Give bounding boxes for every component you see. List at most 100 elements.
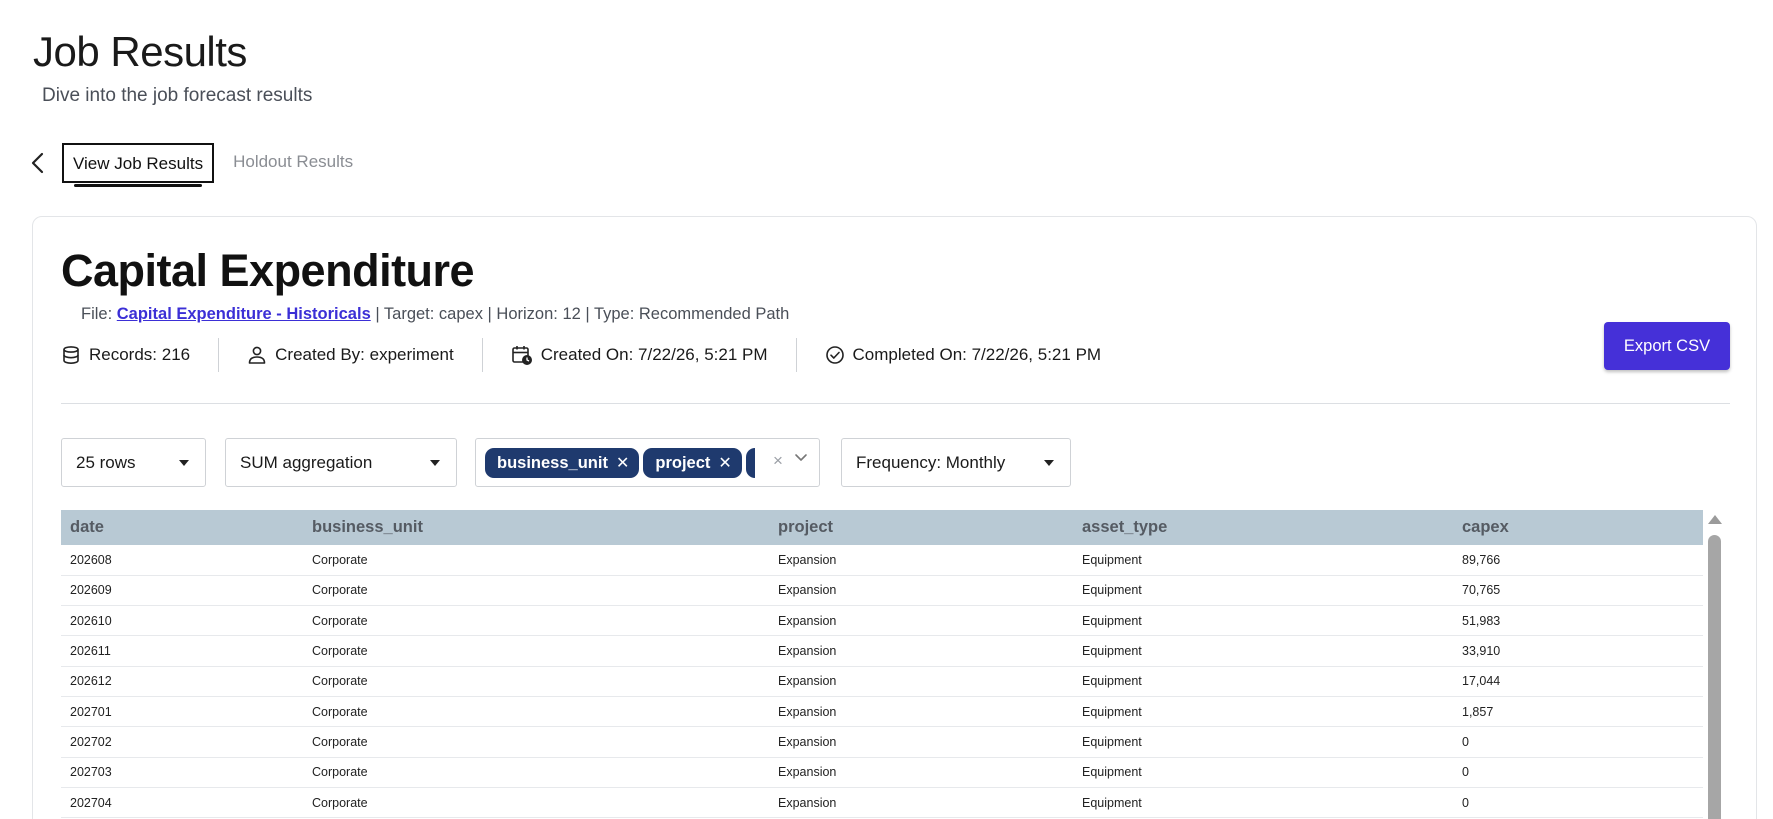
cell-project: Expansion <box>769 787 1073 819</box>
frequency-select[interactable]: Frequency: Monthly <box>841 438 1071 487</box>
cell-business-unit: Corporate <box>303 605 769 637</box>
cell-business-unit: Corporate <box>303 666 769 697</box>
cell-capex: 1,857 <box>1453 696 1703 728</box>
chevron-down-icon[interactable] <box>794 453 808 463</box>
records-label: Records: 216 <box>89 345 191 364</box>
cell-date: 202610 <box>61 605 303 637</box>
page-title: Job Results <box>33 28 247 75</box>
cell-business-unit: Corporate <box>303 726 769 758</box>
cell-asset-type: Equipment <box>1073 757 1453 788</box>
cell-business-unit: Corporate <box>303 635 769 667</box>
cell-date: 202609 <box>61 575 303 607</box>
cell-business-unit: Corporate <box>303 696 769 728</box>
results-table-container: date business_unit project asset_type ca… <box>61 510 1703 819</box>
created-on: Created On: 7/22/26, 5:21 PM <box>511 344 768 366</box>
cell-project: Expansion <box>769 575 1073 607</box>
aggregation-value: SUM aggregation <box>240 452 373 472</box>
cell-capex: 0 <box>1453 787 1703 819</box>
table-row: 202701 Corporate Expansion Equipment 1,8… <box>61 696 1703 728</box>
completed-on-label: Completed On: 7/22/26, 5:21 PM <box>852 345 1102 364</box>
created-by: Created By: experiment <box>247 345 454 365</box>
table-scrollbar[interactable] <box>1705 510 1723 819</box>
cell-date: 202704 <box>61 787 303 819</box>
cell-asset-type: Equipment <box>1073 787 1453 819</box>
chip-more[interactable]: + <box>745 448 755 478</box>
cell-asset-type: Equipment <box>1073 575 1453 607</box>
table-row: 202612 Corporate Expansion Equipment 17,… <box>61 666 1703 697</box>
file-info: File: Capital Expenditure - Historicals … <box>81 305 789 324</box>
caret-down-icon <box>1044 460 1054 466</box>
cell-project: Expansion <box>769 666 1073 697</box>
back-arrow-icon <box>31 152 44 174</box>
chip-remove-icon[interactable]: ✕ <box>616 453 629 473</box>
aggregation-select[interactable]: SUM aggregation <box>225 438 457 487</box>
cell-project: Expansion <box>769 726 1073 758</box>
cell-date: 202703 <box>61 757 303 788</box>
cell-business-unit: Corporate <box>303 545 769 576</box>
table-header-row: date business_unit project asset_type ca… <box>61 510 1703 545</box>
group-by-multiselect[interactable]: business_unit ✕ project ✕ + × <box>475 438 820 487</box>
scroll-thumb[interactable] <box>1708 535 1721 819</box>
cell-asset-type: Equipment <box>1073 726 1453 758</box>
column-header-date[interactable]: date <box>61 510 303 545</box>
group-by-chips: business_unit ✕ project ✕ + <box>485 448 755 478</box>
column-header-project[interactable]: project <box>769 510 1073 545</box>
table-row: 202609 Corporate Expansion Equipment 70,… <box>61 575 1703 607</box>
chip-business-unit: business_unit ✕ <box>485 448 640 478</box>
completed-on: Completed On: 7/22/26, 5:21 PM <box>825 345 1102 365</box>
section-divider <box>61 403 1730 404</box>
database-icon <box>63 346 79 365</box>
cell-project: Expansion <box>769 635 1073 667</box>
frequency-value: Frequency: Monthly <box>856 452 1006 472</box>
records-count: Records: 216 <box>61 345 190 365</box>
table-row: 202704 Corporate Expansion Equipment 0 <box>61 787 1703 819</box>
cell-business-unit: Corporate <box>303 575 769 607</box>
calendar-clock-icon <box>511 346 532 365</box>
meta-divider <box>795 338 797 372</box>
check-circle-icon <box>825 346 844 364</box>
tab-view-job-results[interactable]: View Job Results <box>62 143 215 187</box>
table-row: 202702 Corporate Expansion Equipment 0 <box>61 726 1703 758</box>
file-link[interactable]: Capital Expenditure - Historicals <box>117 305 371 323</box>
close-icon[interactable]: × <box>773 451 783 471</box>
tab-bar: View Job Results Holdout Results <box>30 143 362 187</box>
cell-capex: 0 <box>1453 757 1703 788</box>
user-icon <box>248 346 266 364</box>
meta-divider <box>218 338 220 372</box>
table-row: 202703 Corporate Expansion Equipment 0 <box>61 757 1703 788</box>
cell-project: Expansion <box>769 757 1073 788</box>
job-details: | Target: capex | Horizon: 12 | Type: Re… <box>370 305 790 323</box>
cell-asset-type: Equipment <box>1073 635 1453 667</box>
scroll-up-arrow-icon[interactable] <box>1708 515 1722 524</box>
chip-remove-icon[interactable]: ✕ <box>718 453 731 473</box>
export-csv-button[interactable]: Export CSV <box>1604 322 1730 370</box>
cell-business-unit: Corporate <box>303 757 769 788</box>
job-title: Capital Expenditure <box>61 245 475 296</box>
cell-date: 202702 <box>61 726 303 758</box>
cell-capex: 0 <box>1453 726 1703 758</box>
job-meta: Records: 216 Created By: experiment Crea… <box>61 338 1102 372</box>
rows-per-page-value: 25 rows <box>76 452 136 472</box>
page-subtitle: Dive into the job forecast results <box>42 85 313 106</box>
cell-project: Expansion <box>769 545 1073 576</box>
table-row: 202610 Corporate Expansion Equipment 51,… <box>61 605 1703 637</box>
cell-project: Expansion <box>769 605 1073 637</box>
cell-capex: 89,766 <box>1453 545 1703 576</box>
cell-date: 202611 <box>61 635 303 667</box>
cell-date: 202612 <box>61 666 303 697</box>
back-button[interactable] <box>30 148 56 178</box>
cell-asset-type: Equipment <box>1073 545 1453 576</box>
cell-capex: 17,044 <box>1453 666 1703 697</box>
cell-project: Expansion <box>769 696 1073 728</box>
chip-label: business_unit <box>497 453 608 472</box>
column-header-business-unit[interactable]: business_unit <box>303 510 769 545</box>
cell-date: 202701 <box>61 696 303 728</box>
column-header-capex[interactable]: capex <box>1453 510 1703 545</box>
tab-holdout-results[interactable]: Holdout Results <box>224 143 362 183</box>
created-by-label: Created By: experiment <box>275 345 454 364</box>
cell-capex: 33,910 <box>1453 635 1703 667</box>
column-header-asset-type[interactable]: asset_type <box>1073 510 1453 545</box>
created-on-label: Created On: 7/22/26, 5:21 PM <box>540 345 768 364</box>
rows-per-page-select[interactable]: 25 rows <box>61 438 206 487</box>
cell-capex: 70,765 <box>1453 575 1703 607</box>
